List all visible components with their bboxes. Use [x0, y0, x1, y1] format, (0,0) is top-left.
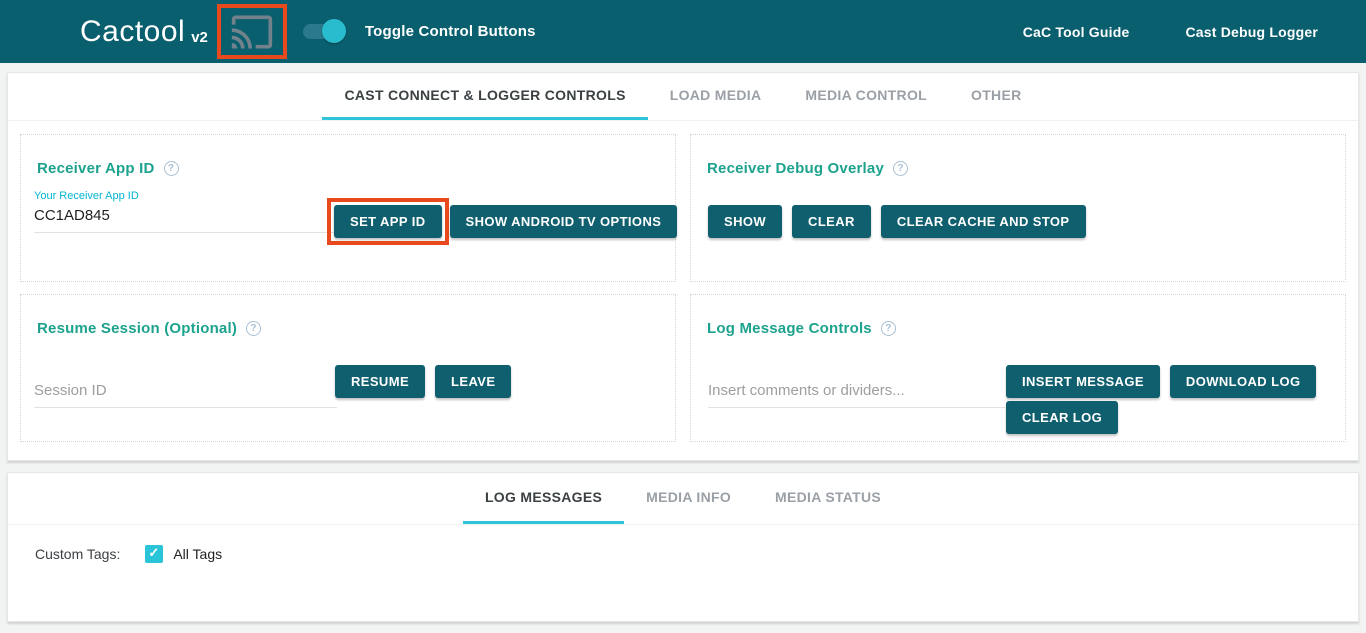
app-header: Cactool v2 Toggle Control Buttons CaC To…: [0, 0, 1366, 63]
toggle-thumb: [322, 19, 346, 43]
help-icon[interactable]: ?: [893, 161, 908, 176]
resume-button[interactable]: RESUME: [335, 365, 425, 398]
log-card: LOG MESSAGES MEDIA INFO MEDIA STATUS Cus…: [7, 472, 1359, 622]
tab-load-media[interactable]: LOAD MEDIA: [648, 73, 784, 120]
tab-media-info[interactable]: MEDIA INFO: [624, 473, 753, 524]
resume-session-title: Resume Session (Optional) ?: [37, 320, 261, 337]
all-tags-label: All Tags: [173, 546, 222, 562]
session-id-input[interactable]: [34, 382, 337, 408]
custom-tags-label: Custom Tags:: [35, 546, 120, 562]
clear-overlay-button[interactable]: CLEAR: [792, 205, 871, 238]
receiver-app-id-field: Your Receiver App ID: [34, 190, 337, 233]
receiver-app-id-title: Receiver App ID ?: [37, 160, 179, 177]
clear-log-button[interactable]: CLEAR LOG: [1006, 401, 1118, 434]
tab-other[interactable]: OTHER: [949, 73, 1044, 120]
main-tab-bar: CAST CONNECT & LOGGER CONTROLS LOAD MEDI…: [8, 73, 1358, 121]
toggle-label: Toggle Control Buttons: [365, 23, 536, 40]
app-title: Cactool: [80, 15, 185, 49]
log-message-controls-title: Log Message Controls ?: [707, 320, 896, 337]
log-message-input[interactable]: [708, 382, 1005, 408]
show-android-tv-options-button[interactable]: SHOW ANDROID TV OPTIONS: [450, 205, 678, 238]
help-icon[interactable]: ?: [246, 321, 261, 336]
tab-media-control[interactable]: MEDIA CONTROL: [783, 73, 949, 120]
download-log-button[interactable]: DOWNLOAD LOG: [1170, 365, 1317, 398]
panel-grid: Receiver App ID ? Your Receiver App ID S…: [8, 121, 1358, 454]
tab-log-messages[interactable]: LOG MESSAGES: [463, 473, 624, 524]
cast-icon[interactable]: [230, 10, 274, 54]
nav-cast-debug-logger[interactable]: Cast Debug Logger: [1185, 24, 1318, 40]
session-id-field: [34, 382, 337, 408]
insert-message-button[interactable]: INSERT MESSAGE: [1006, 365, 1160, 398]
log-tab-bar: LOG MESSAGES MEDIA INFO MEDIA STATUS: [8, 473, 1358, 525]
receiver-app-id-input[interactable]: [34, 207, 337, 233]
control-buttons-toggle[interactable]: [303, 24, 343, 39]
highlight-box-cast: [217, 4, 287, 59]
app-version: v2: [191, 29, 208, 46]
highlight-box-set-app-id: SET APP ID: [327, 198, 449, 245]
help-icon[interactable]: ?: [881, 321, 896, 336]
show-overlay-button[interactable]: SHOW: [708, 205, 782, 238]
help-icon[interactable]: ?: [164, 161, 179, 176]
resume-session-panel: Resume Session (Optional) ? RESUME LEAVE: [20, 294, 676, 442]
receiver-app-id-field-label: Your Receiver App ID: [34, 190, 337, 202]
clear-cache-and-stop-button[interactable]: CLEAR CACHE AND STOP: [881, 205, 1086, 238]
receiver-app-id-panel: Receiver App ID ? Your Receiver App ID S…: [20, 134, 676, 282]
log-message-controls-panel: Log Message Controls ? INSERT MESSAGE DO…: [690, 294, 1346, 442]
controls-card: CAST CONNECT & LOGGER CONTROLS LOAD MEDI…: [7, 72, 1359, 461]
tab-media-status[interactable]: MEDIA STATUS: [753, 473, 903, 524]
log-filters-row: Custom Tags: All Tags: [8, 525, 1358, 563]
nav-cac-tool-guide[interactable]: CaC Tool Guide: [1023, 24, 1130, 40]
tab-cast-connect-logger-controls[interactable]: CAST CONNECT & LOGGER CONTROLS: [322, 73, 647, 120]
receiver-debug-overlay-title: Receiver Debug Overlay ?: [707, 160, 908, 177]
receiver-debug-overlay-panel: Receiver Debug Overlay ? SHOW CLEAR CLEA…: [690, 134, 1346, 282]
all-tags-checkbox[interactable]: [145, 545, 163, 563]
set-app-id-button[interactable]: SET APP ID: [334, 205, 442, 238]
leave-button[interactable]: LEAVE: [435, 365, 511, 398]
log-message-field: [708, 382, 1005, 408]
